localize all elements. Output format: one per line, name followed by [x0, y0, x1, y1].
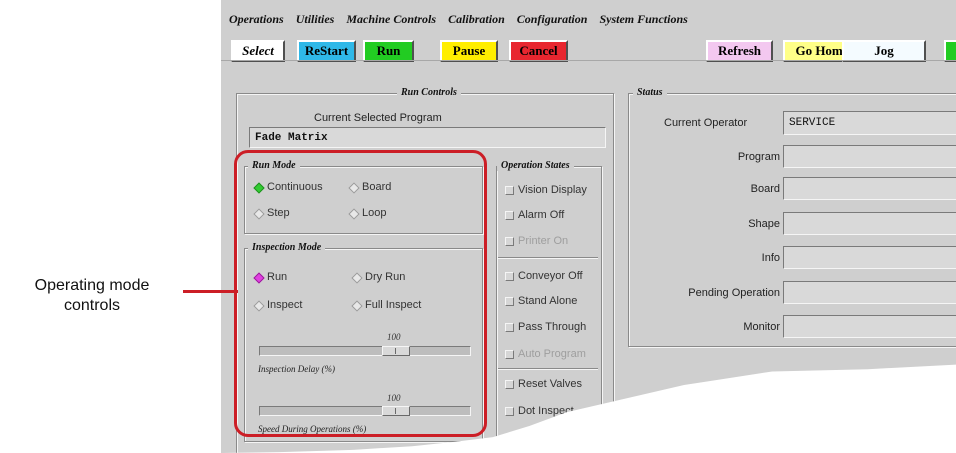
program-status-label: Program — [737, 151, 780, 163]
checkbox-icon — [505, 322, 514, 332]
cancel-button[interactable]: Cancel — [509, 40, 568, 62]
info-status-field — [783, 246, 956, 269]
pending-operation-field — [783, 281, 956, 304]
menu-system-functions[interactable]: System Functions — [599, 12, 687, 27]
extra-toolbar-button[interactable] — [944, 40, 956, 62]
operation-states-separator — [498, 368, 598, 369]
printer-on-label: Printer On — [518, 235, 569, 247]
current-operator-field: SERVICE — [783, 111, 956, 135]
select-button[interactable]: Select — [231, 40, 285, 62]
auto-program-label: Auto Program — [518, 348, 586, 360]
checkbox-icon — [505, 296, 514, 306]
dot-inspect-label: Dot Inspect — [518, 405, 574, 417]
jog-button[interactable]: Jog — [842, 40, 926, 62]
stand-alone-label: Stand Alone — [518, 295, 578, 307]
operation-states-title: Operation States — [497, 160, 574, 171]
info-status-label: Info — [761, 252, 780, 264]
checkbox-icon — [505, 349, 514, 359]
checkbox-icon — [505, 271, 514, 281]
shape-status-field — [783, 212, 956, 235]
menu-bar: Operations Utilities Machine Controls Ca… — [221, 0, 956, 38]
reset-valves-label: Reset Valves — [518, 378, 582, 390]
checkbox-dot-inspect[interactable]: Dot Inspect — [505, 405, 574, 417]
current-program-label: Current Selected Program — [314, 112, 442, 124]
program-status-field — [783, 145, 956, 168]
callout-line-2: controls — [63, 297, 121, 314]
menu-utilities[interactable]: Utilities — [296, 12, 335, 27]
refresh-button[interactable]: Refresh — [706, 40, 773, 62]
checkbox-icon — [505, 210, 514, 220]
checkbox-pass-through[interactable]: Pass Through — [505, 321, 586, 333]
checkbox-conveyor-off[interactable]: Conveyor Off — [505, 270, 583, 282]
checkbox-alarm-off[interactable]: Alarm Off — [505, 209, 564, 221]
operating-mode-highlight — [234, 150, 487, 437]
alarm-off-label: Alarm Off — [518, 209, 565, 221]
checkbox-reset-valves[interactable]: Reset Valves — [505, 378, 582, 390]
pending-operation-label: Pending Operation — [688, 287, 780, 299]
checkbox-vision-display[interactable]: Vision Display — [505, 184, 587, 196]
menu-operations[interactable]: Operations — [229, 12, 284, 27]
checkbox-stand-alone[interactable]: Stand Alone — [505, 295, 577, 307]
callout-line-1: Operating mode — [34, 277, 150, 294]
checkbox-icon — [505, 185, 514, 195]
pass-through-label: Pass Through — [518, 321, 587, 333]
conveyor-off-label: Conveyor Off — [518, 270, 583, 282]
callout-line — [183, 290, 238, 293]
board-status-field — [783, 177, 956, 200]
run-controls-title: Run Controls — [397, 87, 461, 98]
board-status-label: Board — [750, 183, 780, 195]
monitor-status-label: Monitor — [743, 321, 780, 333]
menu-list: Operations Utilities Machine Controls Ca… — [229, 12, 688, 27]
menu-calibration[interactable]: Calibration — [448, 12, 505, 27]
menu-configuration[interactable]: Configuration — [517, 12, 588, 27]
checkbox-printer-on: Printer On — [505, 235, 568, 247]
pause-button[interactable]: Pause — [440, 40, 498, 62]
current-program-field[interactable]: Fade Matrix — [249, 127, 606, 148]
toolbar-divider — [221, 60, 956, 61]
restart-button[interactable]: ReStart — [297, 40, 356, 62]
checkbox-icon — [505, 236, 514, 246]
vision-display-label: Vision Display — [518, 184, 587, 196]
checkbox-icon — [505, 379, 514, 389]
current-operator-label: Current Operator — [664, 117, 748, 129]
operation-states-separator — [498, 257, 598, 258]
callout-label: Operating mode controls — [4, 276, 180, 316]
run-button[interactable]: Run — [363, 40, 414, 62]
checkbox-icon — [505, 406, 514, 416]
monitor-status-field — [783, 315, 956, 338]
checkbox-auto-program: Auto Program — [505, 348, 586, 360]
shape-status-label: Shape — [748, 218, 780, 230]
menu-machine-controls[interactable]: Machine Controls — [346, 12, 436, 27]
toolbar: Select ReStart Run Pause Cancel Refresh … — [221, 40, 956, 62]
status-title: Status — [633, 87, 667, 98]
